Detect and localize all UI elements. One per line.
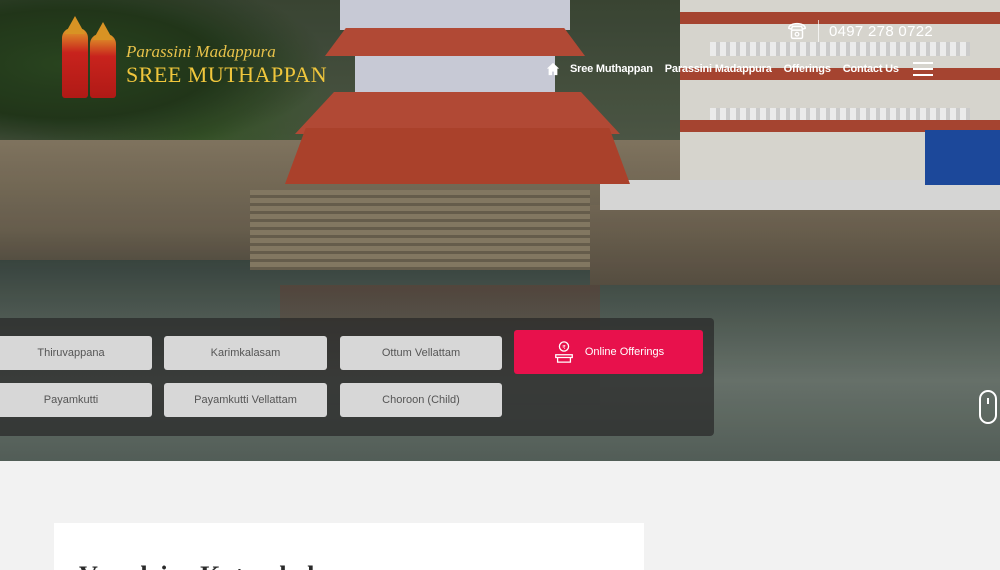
nav-item-sree-muthappan[interactable]: Sree Muthappan	[570, 63, 653, 75]
phone-divider	[818, 20, 819, 42]
theyyam-figures-icon	[60, 12, 118, 98]
home-icon[interactable]	[546, 62, 560, 76]
online-offerings-button[interactable]: ₹ Online Offerings	[514, 330, 703, 374]
header-phone[interactable]: 0497 278 0722	[786, 20, 933, 42]
nav-item-offerings[interactable]: Offerings	[784, 63, 831, 75]
gift-icon: ₹	[554, 341, 573, 363]
online-offerings-label: Online Offerings	[584, 346, 665, 358]
nav-item-parassini-madappura[interactable]: Parassini Madappura	[665, 63, 772, 75]
offerings-panel: Thiruvappana Karimkalasam Ottum Vellatta…	[0, 318, 714, 436]
logo-title: SREE MUTHAPPAN	[126, 62, 328, 87]
intro-card: Vasudaiva Kutumbakam	[54, 523, 644, 570]
offering-payamkutti-vellattam[interactable]: Payamkutti Vellattam	[164, 383, 327, 417]
hamburger-menu-icon[interactable]	[912, 62, 933, 76]
logo-subtitle: Parassini Madappura	[126, 42, 276, 61]
card-title: Vasudaiva Kutumbakam	[79, 561, 356, 570]
logo-text: Parassini Madappura SREE MUTHAPPAN	[126, 42, 327, 88]
offering-choroon-child[interactable]: Choroon (Child)	[340, 383, 502, 417]
nav-item-contact-us[interactable]: Contact Us	[843, 63, 899, 75]
telephone-icon	[788, 22, 806, 40]
site-logo[interactable]: Parassini Madappura SREE MUTHAPPAN	[60, 12, 327, 98]
offering-payamkutti[interactable]: Payamkutti	[0, 383, 152, 417]
scroll-down-icon[interactable]	[979, 390, 997, 424]
offering-thiruvappana[interactable]: Thiruvappana	[0, 336, 152, 370]
phone-number[interactable]: 0497 278 0722	[829, 23, 933, 40]
offering-ottum-vellattam[interactable]: Ottum Vellattam	[340, 336, 502, 370]
svg-text:₹: ₹	[562, 344, 566, 351]
main-nav: Sree Muthappan Parassini Madappura Offer…	[546, 62, 933, 76]
offering-karimkalasam[interactable]: Karimkalasam	[164, 336, 327, 370]
